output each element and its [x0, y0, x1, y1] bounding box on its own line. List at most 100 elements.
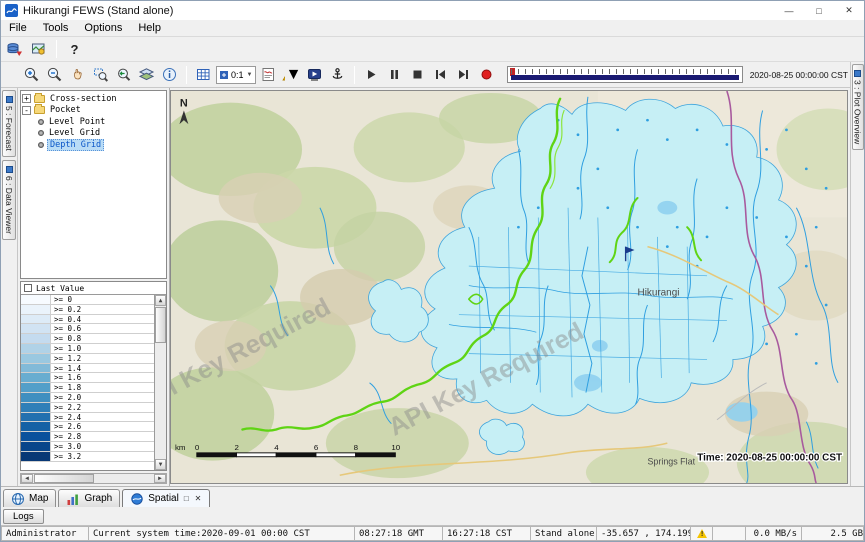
zoom-in-button[interactable] — [21, 64, 42, 85]
scale-unit-label: km — [175, 443, 186, 452]
scroll-thumb[interactable] — [155, 307, 166, 343]
application-window: Hikurangi FEWS (Stand alone) — □ ✕ File … — [0, 0, 865, 542]
tree-item[interactable]: -Pocket — [22, 105, 165, 117]
legend-swatch — [21, 354, 51, 363]
legend-row: >= 1.8 — [21, 383, 154, 393]
menu-bar: File Tools Options Help — [1, 20, 864, 37]
stop-button[interactable] — [407, 64, 428, 85]
legend-row: >= 2.6 — [21, 422, 154, 432]
pause-button[interactable] — [384, 64, 405, 85]
map-time-label: Time: 2020-08-25 00:00:00 CST — [697, 453, 842, 464]
map-view[interactable]: Hikurangi Springs Flat API Key Required … — [170, 90, 848, 484]
logs-button[interactable]: Logs — [3, 509, 44, 524]
last-value-checkbox[interactable] — [24, 284, 32, 292]
main-toolbar: ? — [1, 37, 864, 62]
interval-value: 0:1 — [231, 70, 244, 80]
tab-plot-overview[interactable]: 3 : Plot Overview — [852, 64, 864, 150]
step-backward-button[interactable] — [430, 64, 451, 85]
minimize-button[interactable]: — — [774, 1, 804, 20]
interval-icon — [220, 71, 228, 79]
tab-graph-label: Graph — [84, 493, 112, 504]
app-icon — [5, 4, 18, 17]
profile-document-button[interactable] — [258, 64, 279, 85]
legend-swatch — [21, 442, 51, 451]
legend-label: >= 0.4 — [51, 315, 81, 324]
help-button[interactable]: ? — [64, 39, 85, 60]
town-label-springs-flat: Springs Flat — [647, 457, 695, 467]
status-user: Administrator — [1, 526, 89, 541]
map-toolbar: 0:1 ▼ ▼ — [1, 62, 850, 88]
zoom-box-button[interactable] — [90, 64, 111, 85]
status-transfer-rate: 0.0 MB/s — [746, 526, 802, 541]
tab-map[interactable]: Map — [3, 489, 56, 507]
map-canvas[interactable]: Hikurangi Springs Flat API Key Required … — [171, 91, 847, 483]
scroll-up-icon[interactable]: ▲ — [155, 295, 166, 306]
chevron-down-icon: ▼ — [286, 66, 302, 84]
scale-tick: 4 — [274, 443, 279, 452]
close-button[interactable]: ✕ — [834, 1, 864, 20]
status-spacer — [713, 526, 746, 541]
node-bullet-icon — [38, 130, 44, 136]
panel-horizontal-scrollbar[interactable]: ◄ ► — [20, 473, 167, 484]
step-forward-button[interactable] — [453, 64, 474, 85]
tab-forecast[interactable]: 5 : Forecast — [2, 90, 16, 157]
tab-data-viewer[interactable]: 6 : Data Viewer — [2, 160, 16, 240]
zoom-out-button[interactable] — [44, 64, 65, 85]
grid-display-button[interactable] — [193, 64, 214, 85]
status-memory-gauge: 2.5 GB — [802, 526, 864, 541]
status-cst-time: 16:27:18 CST — [443, 526, 531, 541]
map-display-button[interactable] — [28, 39, 49, 60]
tab-spatial[interactable]: Spatial □ ✕ — [122, 489, 210, 507]
menu-file[interactable]: File — [1, 21, 35, 35]
menu-options[interactable]: Options — [76, 21, 130, 35]
node-bullet-icon — [38, 142, 44, 148]
play-button[interactable] — [361, 64, 382, 85]
legend-row: >= 1.6 — [21, 373, 154, 383]
legend-vertical-scrollbar[interactable]: ▲ ▼ — [154, 295, 166, 470]
legend-label: >= 0.6 — [51, 324, 81, 333]
animation-button[interactable] — [304, 64, 325, 85]
scroll-left-icon[interactable]: ◄ — [21, 474, 33, 483]
tree-item[interactable]: Level Point — [22, 116, 165, 128]
tab-graph[interactable]: Graph — [58, 489, 120, 507]
scroll-down-icon[interactable]: ▼ — [155, 459, 166, 470]
status-warning-cell[interactable] — [691, 526, 713, 541]
layer-tree[interactable]: +Cross-section-PocketLevel PointLevel Gr… — [20, 90, 167, 279]
legend-rows: >= 0>= 0.2>= 0.4>= 0.6>= 0.8>= 1.0>= 1.2… — [21, 295, 154, 470]
time-slider[interactable] — [507, 66, 742, 83]
scroll-right-icon[interactable]: ► — [154, 474, 166, 483]
toolbar-separator — [186, 66, 187, 84]
legend-label: >= 1.0 — [51, 344, 81, 353]
time-slider-range-bar — [511, 75, 738, 80]
maximize-button[interactable]: □ — [804, 1, 834, 20]
zoom-previous-button[interactable] — [113, 64, 134, 85]
database-import-button[interactable] — [4, 39, 25, 60]
pan-hand-button[interactable] — [67, 64, 88, 85]
record-button[interactable] — [476, 64, 497, 85]
tree-item[interactable]: +Cross-section — [22, 93, 165, 105]
warnings-dropdown[interactable]: ▼ — [281, 64, 302, 85]
town-label-hikurangi: Hikurangi — [638, 287, 680, 298]
legend-swatch — [21, 393, 51, 402]
scroll-thumb[interactable] — [34, 474, 94, 483]
legend-swatch — [21, 305, 51, 314]
tree-expander-icon[interactable]: + — [22, 94, 31, 103]
menu-tools[interactable]: Tools — [35, 21, 77, 35]
menu-help[interactable]: Help — [130, 21, 169, 35]
tree-item[interactable]: Level Grid — [22, 128, 165, 140]
layers-button[interactable] — [136, 64, 157, 85]
legend-row: >= 2.0 — [21, 393, 154, 403]
tab-close-icon[interactable]: ✕ — [194, 494, 203, 504]
data-viewer-tab-icon — [6, 166, 13, 173]
info-button[interactable] — [159, 64, 180, 85]
time-interval-dropdown[interactable]: 0:1 ▼ — [216, 66, 256, 84]
tree-expander-icon[interactable]: - — [22, 106, 31, 115]
tree-item[interactable]: Depth Grid — [22, 139, 165, 151]
legend-label: >= 2.2 — [51, 403, 81, 412]
legend-swatch — [21, 413, 51, 422]
node-bullet-icon — [38, 119, 44, 125]
legend-swatch — [21, 373, 51, 382]
tab-restore-icon[interactable]: □ — [183, 494, 190, 504]
anchor-export-button[interactable] — [327, 64, 348, 85]
legend-label: >= 3.0 — [51, 442, 81, 451]
